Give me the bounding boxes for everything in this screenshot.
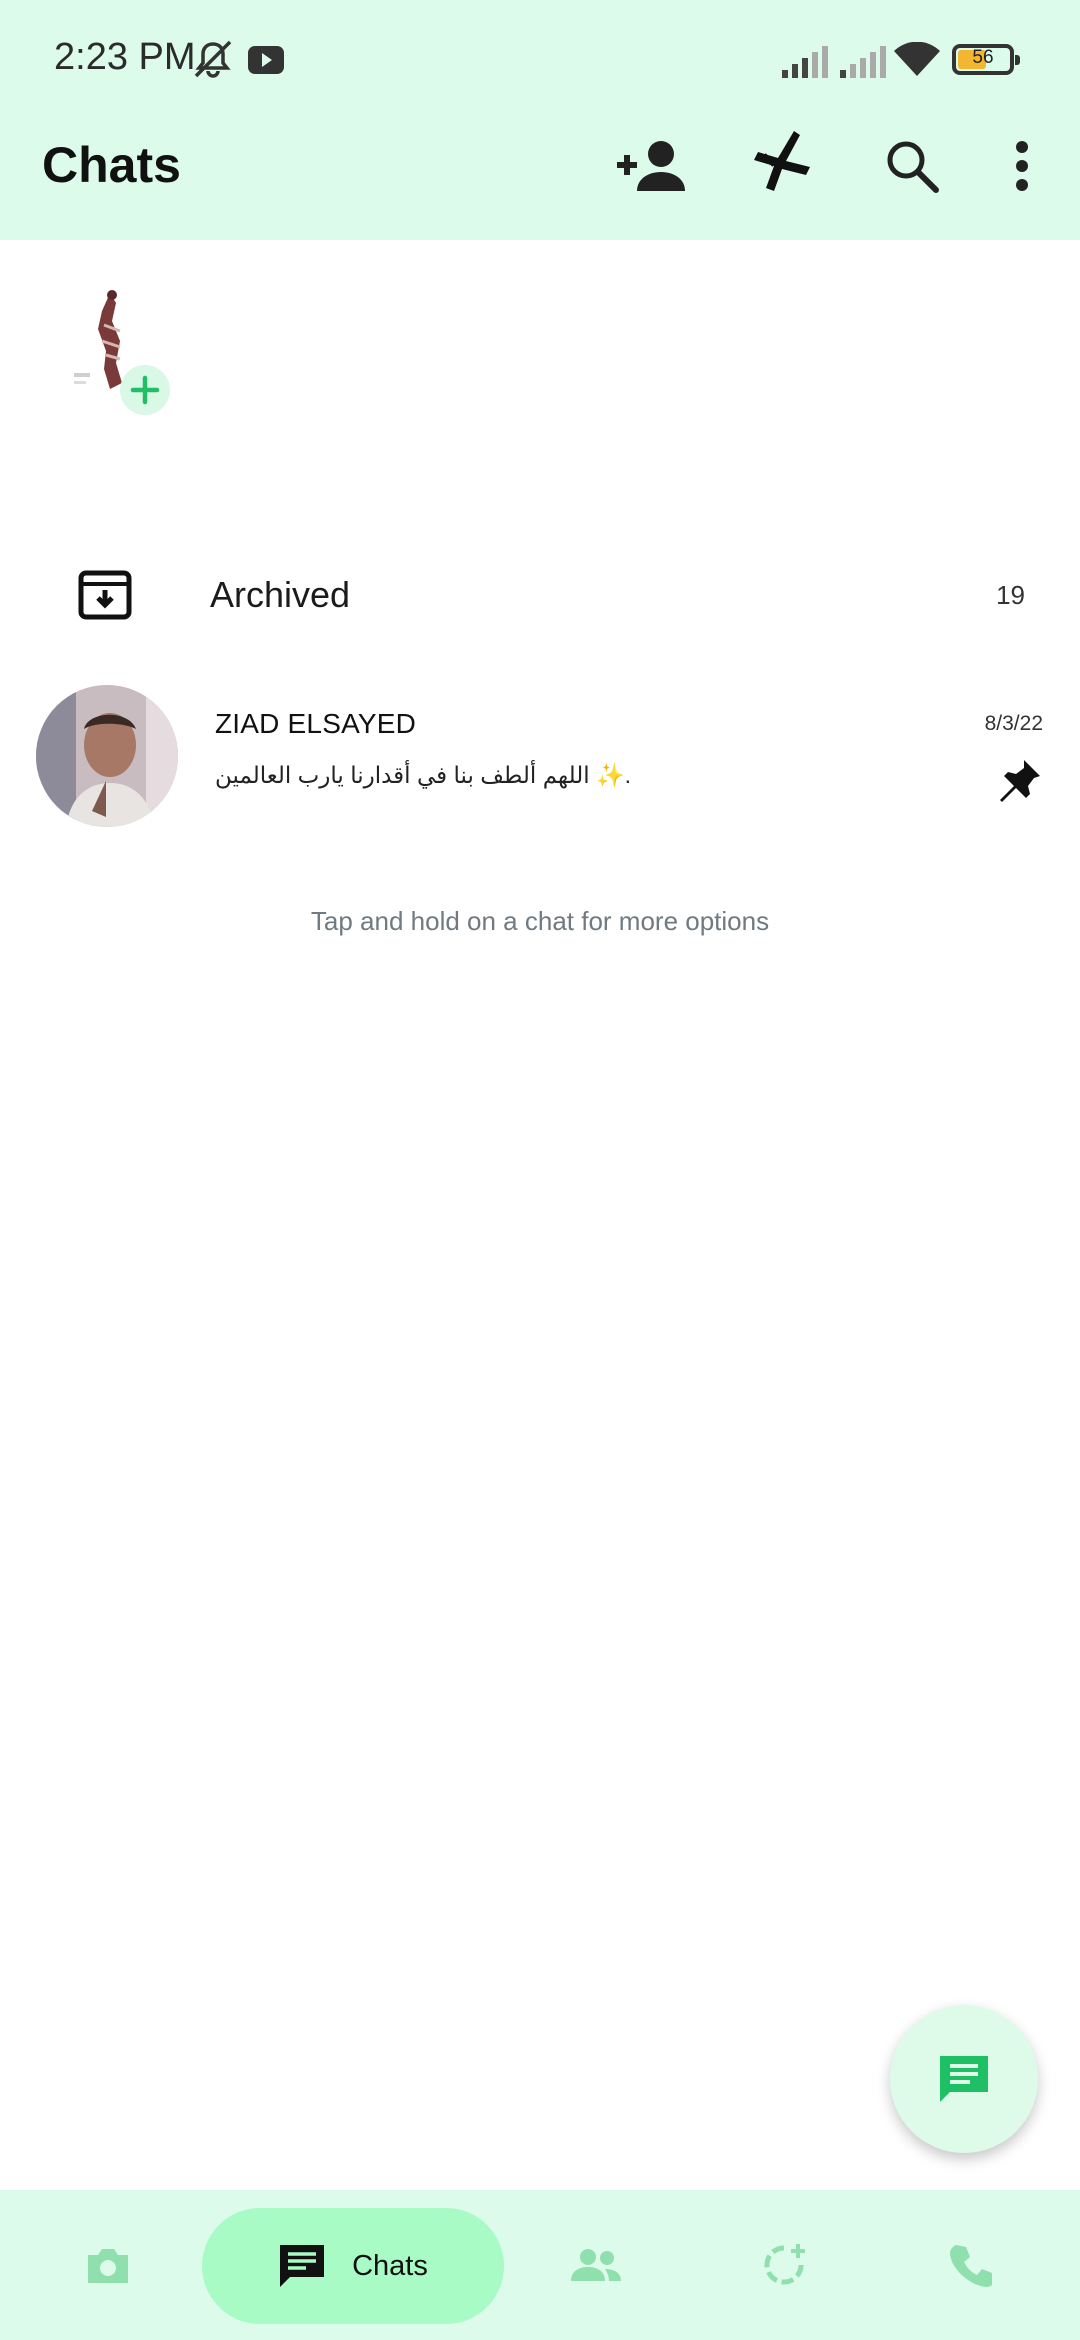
top-bar: 2:23 PM 56 Chats xyxy=(0,0,1080,240)
wifi-icon xyxy=(894,42,940,76)
app-logo-button[interactable] xyxy=(748,128,816,200)
status-time: 2:23 PM xyxy=(54,36,196,78)
add-contact-button[interactable] xyxy=(610,134,690,198)
status-bar: 2:23 PM 56 xyxy=(0,0,1080,120)
archive-icon xyxy=(78,570,132,620)
bell-muted-icon xyxy=(194,40,232,78)
signal-1-icon xyxy=(782,46,828,78)
my-status[interactable] xyxy=(60,285,175,420)
nav-chats-label: Chats xyxy=(352,2249,428,2282)
camera-icon xyxy=(88,2249,128,2283)
new-chat-button[interactable] xyxy=(890,2005,1038,2153)
add-contact-icon xyxy=(617,141,685,191)
battery-icon: 56 xyxy=(952,44,1020,75)
avatar-photo xyxy=(36,685,178,827)
battery-text: 56 xyxy=(972,47,994,68)
avatar xyxy=(36,685,178,827)
nav-camera[interactable] xyxy=(60,2190,156,2340)
search-icon xyxy=(887,141,939,193)
groups-icon xyxy=(571,2249,621,2281)
status-icon xyxy=(764,2244,805,2285)
signal-2-icon xyxy=(840,46,886,78)
phone-icon xyxy=(950,2245,992,2287)
archived-count: 19 xyxy=(996,580,1025,610)
pin-icon xyxy=(1000,760,1040,802)
chat-date: 8/3/22 xyxy=(984,712,1043,735)
bottom-nav: Chats xyxy=(0,2190,1080,2340)
add-status-button[interactable] xyxy=(120,365,170,415)
search-button[interactable] xyxy=(882,136,942,196)
app-logo-icon xyxy=(754,131,810,191)
plus-icon xyxy=(130,375,160,405)
page-title: Chats xyxy=(42,137,181,193)
nav-communities[interactable] xyxy=(548,2190,644,2340)
archived-row[interactable]: Archived 19 xyxy=(0,540,1080,650)
hint-text: Tap and hold on a chat for more options xyxy=(310,906,770,936)
nav-status[interactable] xyxy=(736,2190,832,2340)
new-chat-icon xyxy=(940,2056,988,2102)
more-icon xyxy=(1016,141,1028,191)
nav-chats[interactable]: Chats xyxy=(202,2208,504,2324)
nav-calls[interactable] xyxy=(922,2190,1018,2340)
more-options-button[interactable] xyxy=(1004,136,1040,196)
archived-label: Archived xyxy=(210,574,351,615)
youtube-icon xyxy=(248,46,284,74)
chat-last-message: اللهم ألطف بنا في أقدارنا يارب العالمين … xyxy=(215,762,632,788)
chat-row[interactable]: ZIAD ELSAYED اللهم ألطف بنا في أقدارنا ي… xyxy=(0,670,1080,845)
chat-icon xyxy=(280,2245,325,2287)
chat-name: ZIAD ELSAYED xyxy=(215,708,417,739)
